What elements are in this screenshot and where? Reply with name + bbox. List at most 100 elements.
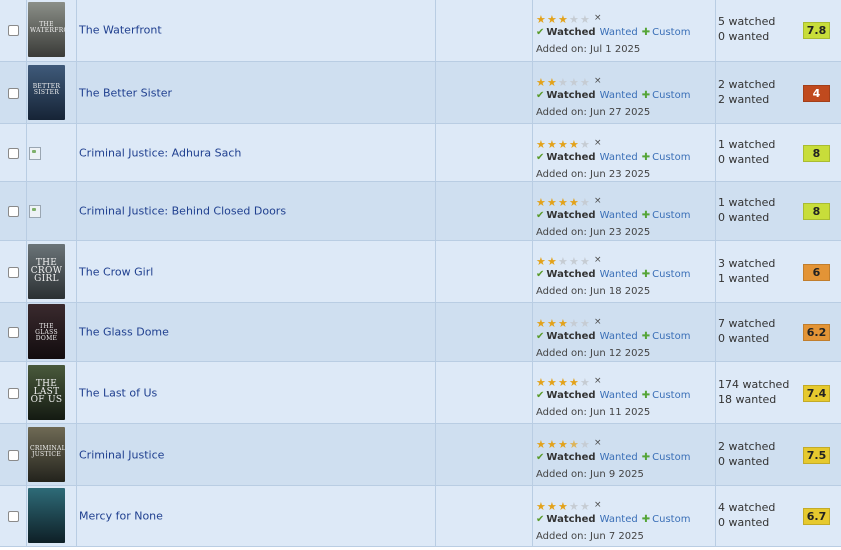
select-checkbox[interactable] [8, 87, 19, 99]
clear-rating-icon[interactable]: × [594, 255, 602, 265]
star-icon[interactable]: ★ [547, 256, 558, 267]
star-icon[interactable]: ★ [569, 377, 580, 388]
star-icon[interactable]: ★ [536, 197, 547, 208]
star-icon[interactable]: ★ [547, 377, 558, 388]
star-icon[interactable]: ★ [569, 14, 580, 25]
wanted-button[interactable]: Wanted [600, 452, 638, 463]
select-checkbox[interactable] [8, 206, 19, 217]
select-checkbox[interactable] [8, 266, 19, 278]
star-icon[interactable]: ★ [547, 14, 558, 25]
watched-button[interactable]: Watched [546, 514, 595, 525]
star-icon[interactable]: ★ [580, 14, 591, 25]
select-checkbox[interactable] [8, 147, 19, 159]
rating-stars[interactable]: ★★★★★ × [536, 196, 602, 208]
rating-stars[interactable]: ★★★★★ × [536, 13, 602, 25]
title-link[interactable]: Mercy for None [79, 510, 163, 523]
star-icon[interactable]: ★ [536, 139, 547, 150]
watched-button[interactable]: Watched [546, 27, 595, 38]
wanted-button[interactable]: Wanted [600, 90, 638, 101]
poster-image[interactable]: THE CROW GIRL [28, 243, 65, 299]
custom-button[interactable]: Custom [652, 152, 690, 163]
wanted-button[interactable]: Wanted [600, 27, 638, 38]
star-icon[interactable]: ★ [558, 139, 569, 150]
star-icon[interactable]: ★ [536, 318, 547, 329]
select-checkbox[interactable] [8, 327, 19, 338]
custom-button[interactable]: Custom [652, 390, 690, 401]
watched-button[interactable]: Watched [546, 269, 595, 280]
custom-button[interactable]: Custom [652, 514, 690, 525]
clear-rating-icon[interactable]: × [594, 500, 602, 510]
star-icon[interactable]: ★ [536, 256, 547, 267]
select-checkbox[interactable] [8, 25, 19, 36]
star-icon[interactable]: ★ [547, 439, 558, 450]
star-icon[interactable]: ★ [536, 77, 547, 88]
star-icon[interactable]: ★ [558, 501, 569, 512]
title-link[interactable]: The Better Sister [79, 86, 172, 99]
star-icon[interactable]: ★ [558, 256, 569, 267]
rating-stars[interactable]: ★★★★★ × [536, 138, 602, 150]
star-icon[interactable]: ★ [558, 197, 569, 208]
clear-rating-icon[interactable]: × [594, 196, 602, 206]
custom-button[interactable]: Custom [652, 269, 690, 280]
title-link[interactable]: The Crow Girl [79, 265, 153, 278]
watched-button[interactable]: Watched [546, 390, 595, 401]
select-checkbox[interactable] [8, 387, 19, 399]
clear-rating-icon[interactable]: × [594, 317, 602, 327]
poster-image[interactable]: BETTER SISTER [28, 64, 65, 120]
watched-button[interactable]: Watched [546, 90, 595, 101]
wanted-button[interactable]: Wanted [600, 390, 638, 401]
watched-button[interactable]: Watched [546, 331, 595, 342]
select-checkbox[interactable] [8, 449, 19, 461]
star-icon[interactable]: ★ [547, 77, 558, 88]
star-icon[interactable]: ★ [569, 139, 580, 150]
star-icon[interactable]: ★ [558, 77, 569, 88]
rating-stars[interactable]: ★★★★★ × [536, 317, 602, 329]
poster-image[interactable] [28, 488, 65, 543]
wanted-button[interactable]: Wanted [600, 152, 638, 163]
title-link[interactable]: Criminal Justice [79, 448, 164, 461]
custom-button[interactable]: Custom [652, 452, 690, 463]
rating-stars[interactable]: ★★★★★ × [536, 76, 602, 88]
watched-button[interactable]: Watched [546, 452, 595, 463]
title-link[interactable]: The Glass Dome [79, 326, 169, 339]
star-icon[interactable]: ★ [580, 197, 591, 208]
star-icon[interactable]: ★ [558, 14, 569, 25]
star-icon[interactable]: ★ [569, 318, 580, 329]
star-icon[interactable]: ★ [536, 377, 547, 388]
star-icon[interactable]: ★ [558, 377, 569, 388]
star-icon[interactable]: ★ [547, 318, 558, 329]
star-icon[interactable]: ★ [536, 14, 547, 25]
poster-image[interactable]: THE WATERFRONT [28, 2, 65, 57]
star-icon[interactable]: ★ [569, 77, 580, 88]
wanted-button[interactable]: Wanted [600, 331, 638, 342]
star-icon[interactable]: ★ [536, 439, 547, 450]
title-link[interactable]: The Waterfront [79, 24, 162, 37]
clear-rating-icon[interactable]: × [594, 376, 602, 386]
custom-button[interactable]: Custom [652, 90, 690, 101]
clear-rating-icon[interactable]: × [594, 76, 602, 86]
wanted-button[interactable]: Wanted [600, 269, 638, 280]
clear-rating-icon[interactable]: × [594, 138, 602, 148]
custom-button[interactable]: Custom [652, 210, 690, 221]
star-icon[interactable]: ★ [547, 501, 558, 512]
title-link[interactable]: The Last of Us [79, 386, 157, 399]
custom-button[interactable]: Custom [652, 27, 690, 38]
title-link[interactable]: Criminal Justice: Behind Closed Doors [79, 205, 286, 218]
clear-rating-icon[interactable]: × [594, 13, 602, 23]
custom-button[interactable]: Custom [652, 331, 690, 342]
poster-image[interactable]: CRIMINAL JUSTICE [28, 426, 65, 482]
star-icon[interactable]: ★ [547, 139, 558, 150]
star-icon[interactable]: ★ [580, 439, 591, 450]
rating-stars[interactable]: ★★★★★ × [536, 438, 602, 450]
star-icon[interactable]: ★ [569, 501, 580, 512]
wanted-button[interactable]: Wanted [600, 210, 638, 221]
watched-button[interactable]: Watched [546, 210, 595, 221]
star-icon[interactable]: ★ [558, 318, 569, 329]
clear-rating-icon[interactable]: × [594, 438, 602, 448]
poster-image[interactable]: THE LAST OF US [28, 364, 65, 420]
select-checkbox[interactable] [8, 511, 19, 522]
title-link[interactable]: Criminal Justice: Adhura Sach [79, 146, 241, 159]
star-icon[interactable]: ★ [569, 197, 580, 208]
star-icon[interactable]: ★ [580, 377, 591, 388]
watched-button[interactable]: Watched [546, 152, 595, 163]
